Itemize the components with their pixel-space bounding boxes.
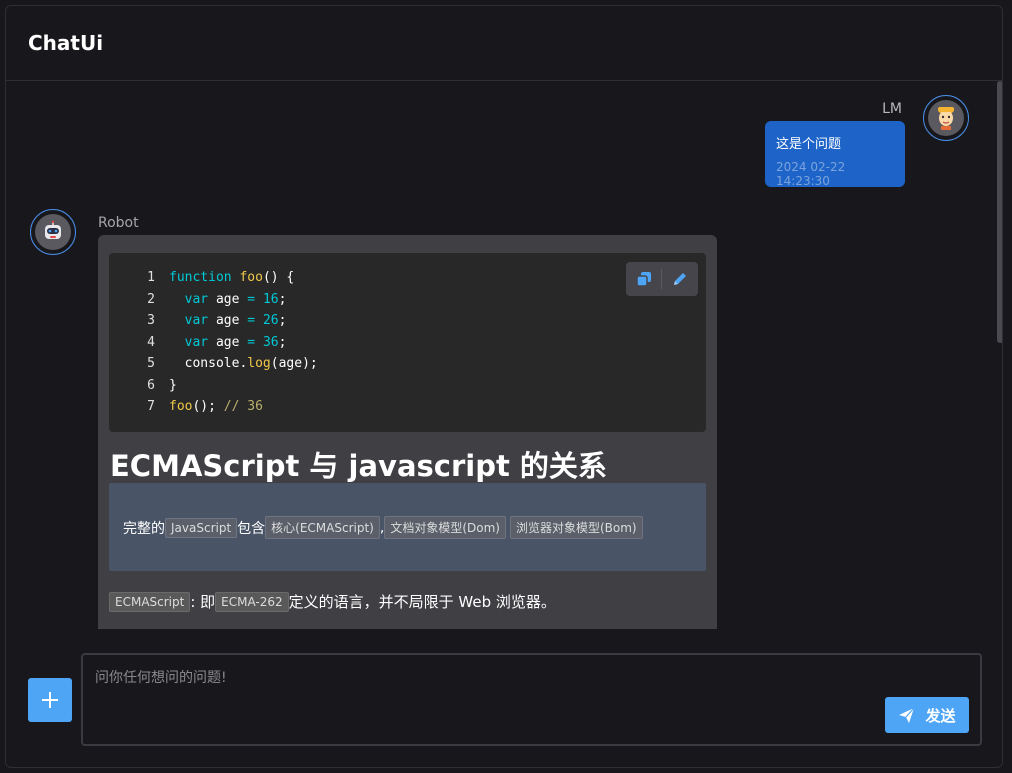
user-message-time: 2024 02-22 14:23:30 — [776, 160, 846, 188]
user-name: LM — [882, 101, 902, 117]
paragraph-text: : 即 — [190, 593, 216, 611]
edit-button[interactable] — [662, 262, 697, 296]
code-line: 1 function foo() { — [109, 267, 318, 289]
app-title: ChatUi — [28, 31, 104, 55]
user-message-bubble: 这是个问题 2024 02-22 14:23:30 — [765, 121, 905, 188]
user-message-text: 这是个问题 — [776, 137, 842, 152]
scrollbar-thumb[interactable] — [997, 81, 1002, 343]
inline-code-tag: 核心(ECMAScript) — [265, 516, 380, 539]
code-lines: 1 function foo() { 2 var age = 16; 3 var … — [109, 267, 318, 418]
line-number: 1 — [147, 270, 155, 285]
quote-text: 包含 — [237, 520, 266, 537]
send-label: 发送 — [925, 706, 956, 725]
copy-button[interactable] — [626, 262, 661, 296]
blockquote: 完整的 JavaScript 包含 核心(ECMAScript) , 文档对象模… — [109, 483, 706, 571]
message-heading: ECMAScript 与 javascript 的关系 — [110, 449, 607, 483]
paragraph-text: 定义的语言，并不局限于 Web 浏览器。 — [288, 593, 556, 611]
inline-code-tag: ECMAScript — [109, 591, 191, 612]
inline-code-tag: 文档对象模型(Dom) — [384, 516, 506, 539]
line-number: 2 — [147, 291, 155, 307]
robot-avatar — [30, 209, 76, 255]
code-toolbar — [626, 262, 698, 296]
code-line: 3 var age = 26; — [109, 310, 318, 332]
user-face-icon — [938, 107, 954, 130]
header: ChatUi — [6, 6, 1002, 81]
plus-icon — [42, 692, 58, 708]
line-number: 7 — [147, 399, 155, 414]
line-number: 3 — [147, 313, 155, 328]
robot-face-icon — [45, 220, 61, 239]
send-button[interactable]: 发送 — [885, 697, 969, 733]
user-avatar — [923, 95, 969, 141]
robot-name: Robot — [98, 215, 139, 231]
line-number: 6 — [147, 377, 155, 393]
paper-plane-icon — [899, 707, 915, 723]
code-block: 1 function foo() { 2 var age = 16; 3 var … — [109, 253, 706, 432]
code-line: 5 console. log (age); — [109, 353, 318, 375]
chat-scrollbar[interactable] — [996, 81, 1002, 629]
code-line: 2 var age = 16; — [109, 289, 318, 311]
code-line: 7 foo (); // 36 — [109, 396, 318, 418]
quote-content: 完整的 JavaScript 包含 核心(ECMAScript) , 文档对象模… — [123, 516, 643, 539]
robot-message-bubble: 1 function foo() { 2 var age = 16; 3 var … — [98, 235, 717, 629]
code-line: 6} — [109, 375, 318, 397]
inline-code-tag: 浏览器对象模型(Bom) — [509, 516, 643, 539]
message-composer: 发送 — [81, 653, 982, 746]
line-number: 5 — [147, 356, 155, 371]
line-number: 4 — [147, 334, 155, 350]
add-button[interactable] — [28, 678, 72, 722]
chat-area[interactable]: LM 这是个问题 2024 02-22 14:23:30 Robot 1 fun… — [6, 81, 994, 629]
code-line: 4 var age = 36; — [109, 332, 318, 354]
quote-text: 完整的 — [123, 520, 165, 537]
copy-icon — [635, 272, 651, 287]
message-paragraph: ECMAScript : 即 ECMA-262 定义的语言，并不局限于 Web … — [109, 591, 556, 612]
inline-code-tag: JavaScript — [165, 517, 238, 538]
pencil-icon — [673, 273, 686, 285]
message-input[interactable] — [95, 670, 855, 686]
inline-code-tag: ECMA-262 — [215, 591, 289, 612]
